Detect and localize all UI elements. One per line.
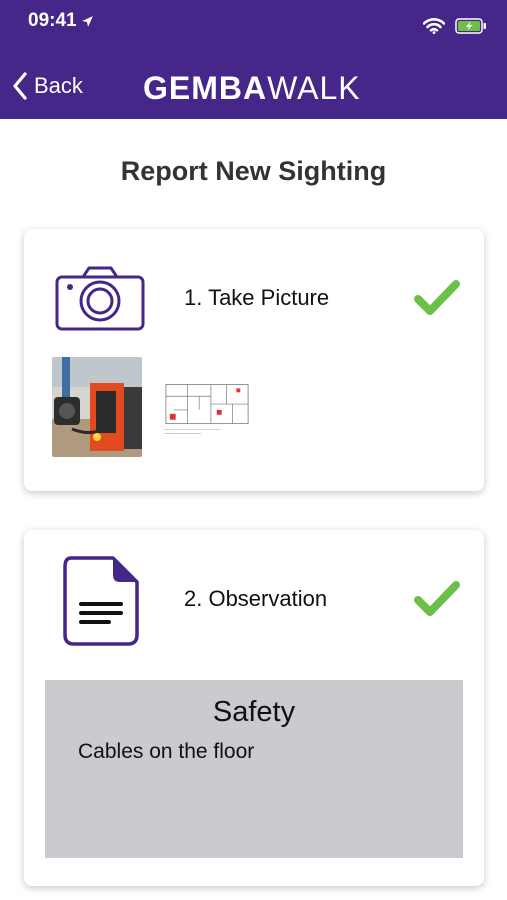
- photo-thumbnail-machine[interactable]: [52, 357, 142, 457]
- step-label-take-picture: 1. Take Picture: [184, 285, 330, 310]
- checkmark-icon: [414, 280, 460, 315]
- observation-card[interactable]: 2. Observation Safety Cables on the floo…: [24, 530, 484, 886]
- app-logo: GEMBAWALK: [143, 70, 361, 107]
- photo-thumbnails: [52, 357, 252, 457]
- take-picture-card[interactable]: 1. Take Picture: [24, 229, 484, 491]
- step-label-observation: 2. Observation: [184, 586, 328, 611]
- observation-summary[interactable]: Safety Cables on the floor: [45, 680, 463, 858]
- status-indicators: [423, 18, 487, 34]
- wifi-icon: [423, 18, 445, 34]
- checkmark-icon: [414, 581, 460, 616]
- battery-icon: [455, 18, 486, 34]
- back-button-label: Back: [34, 73, 83, 98]
- status-time-text: 09:41: [28, 10, 77, 31]
- observation-category: Safety: [212, 696, 296, 728]
- logo-bold-text: GEMBA: [143, 70, 268, 106]
- status-time: 09:41: [28, 10, 94, 32]
- page-title: Report New Sighting: [120, 156, 387, 186]
- document-icon: [63, 556, 139, 646]
- observation-text: Cables on the floor: [78, 740, 255, 763]
- location-arrow-icon: [81, 15, 93, 27]
- camera-icon: [55, 266, 145, 331]
- app-header: 09:41 Back GEMBAWALK: [0, 0, 507, 119]
- logo-light-text: WALK: [267, 70, 361, 106]
- back-button[interactable]: Back: [12, 72, 83, 100]
- floor-plan-thumbnail[interactable]: [162, 357, 252, 457]
- chevron-left-icon: [13, 72, 27, 100]
